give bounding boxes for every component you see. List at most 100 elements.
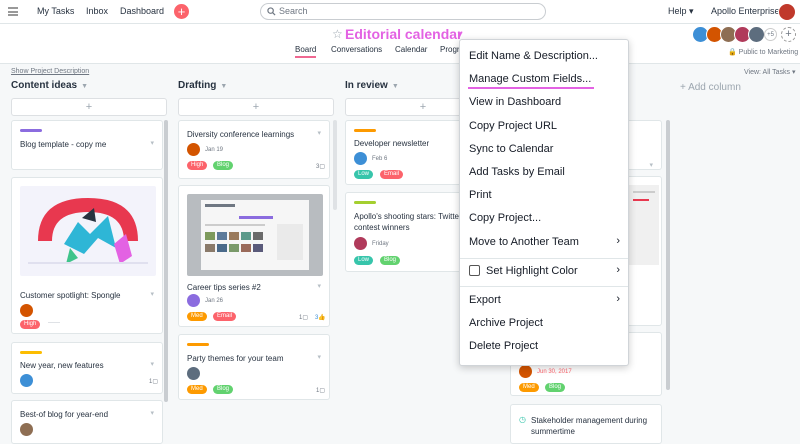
- hover-underline: [468, 87, 594, 89]
- due-date[interactable]: Jan 26: [205, 298, 223, 304]
- task-card[interactable]: Blog template - copy me ▾: [11, 120, 163, 170]
- user-avatar[interactable]: [778, 3, 796, 21]
- star-icon[interactable]: ☆: [332, 27, 343, 41]
- quick-add-button[interactable]: +: [174, 4, 189, 19]
- chevron-down-icon[interactable]: ▾: [150, 290, 154, 298]
- avatar[interactable]: [748, 26, 765, 43]
- type-tag[interactable]: Email: [380, 170, 404, 179]
- nav-my-tasks[interactable]: My Tasks: [37, 6, 74, 16]
- task-card[interactable]: Customer spotlight: Spongle ▾ High ——: [11, 177, 163, 334]
- task-card[interactable]: Diversity conference learnings ▾ Jan 19 …: [178, 120, 330, 179]
- task-card[interactable]: Party themes for your team ▾ Med Blog 1▢: [178, 334, 330, 400]
- assignee-avatar[interactable]: [20, 374, 33, 387]
- assignee-avatar[interactable]: [519, 365, 532, 378]
- menu-item-highlight-color[interactable]: Set Highlight Color: [486, 265, 578, 277]
- tab-board[interactable]: Board: [295, 45, 317, 58]
- comment-count[interactable]: 1▢: [149, 378, 158, 385]
- add-task-button[interactable]: +: [11, 98, 167, 116]
- type-tag[interactable]: Blog: [213, 385, 234, 394]
- task-title: Best-of blog for year-end: [20, 410, 109, 419]
- menu-item-view-dashboard[interactable]: View in Dashboard: [469, 96, 561, 108]
- hamburger-icon[interactable]: [8, 7, 18, 16]
- menu-item-edit-name[interactable]: Edit Name & Description...: [469, 50, 598, 62]
- project-title[interactable]: Editorial calendar: [345, 26, 462, 42]
- add-member-button[interactable]: +: [781, 27, 796, 42]
- task-card[interactable]: Best-of blog for year-end ▾: [11, 400, 163, 444]
- menu-item-sync-calendar[interactable]: Sync to Calendar: [469, 143, 553, 155]
- chevron-down-icon[interactable]: ▾: [317, 129, 321, 137]
- priority-tag[interactable]: Med: [187, 385, 207, 394]
- task-title: Blog template - copy me: [20, 140, 107, 149]
- due-date[interactable]: Jun 30, 2017: [537, 369, 572, 375]
- menu-item-move-team[interactable]: Move to Another Team: [469, 236, 579, 248]
- priority-tag[interactable]: Med: [519, 383, 539, 392]
- help-menu[interactable]: Help ▾: [668, 6, 694, 17]
- chevron-down-icon[interactable]: ▼: [392, 83, 399, 90]
- tab-progress[interactable]: Progr: [440, 45, 460, 54]
- tab-conversations[interactable]: Conversations: [331, 45, 382, 54]
- type-tag[interactable]: Blog: [380, 256, 401, 265]
- column-header[interactable]: Content ideas ▼: [11, 80, 167, 96]
- assignee-avatar[interactable]: [187, 143, 200, 156]
- menu-item-print[interactable]: Print: [469, 189, 492, 201]
- assignee-avatar[interactable]: [20, 423, 33, 436]
- chevron-down-icon[interactable]: ▾: [150, 360, 154, 368]
- chevron-down-icon[interactable]: ▼: [456, 30, 464, 39]
- menu-item-copy-project[interactable]: Copy Project...: [469, 212, 541, 224]
- menu-item-export[interactable]: Export: [469, 294, 501, 306]
- chevron-down-icon[interactable]: ▾: [150, 409, 154, 417]
- menu-item-delete[interactable]: Delete Project: [469, 340, 538, 352]
- task-card[interactable]: Career tips series #2 ▾ Jan 26 Med Email…: [178, 185, 330, 327]
- chevron-down-icon[interactable]: ▾: [317, 353, 321, 361]
- privacy-label[interactable]: 🔒 Public to Marketing: [728, 48, 798, 56]
- chevron-down-icon[interactable]: ▾: [150, 139, 154, 147]
- check-icon[interactable]: ◷: [519, 415, 526, 424]
- search-input[interactable]: Search: [260, 3, 546, 20]
- scrollbar[interactable]: [164, 120, 168, 402]
- org-switcher[interactable]: Apollo Enterprises: [711, 6, 784, 16]
- priority-tag[interactable]: Med: [187, 312, 207, 321]
- chevron-down-icon[interactable]: ▼: [220, 83, 227, 90]
- add-task-button[interactable]: +: [178, 98, 334, 116]
- tab-calendar[interactable]: Calendar: [395, 45, 427, 54]
- chevron-down-icon[interactable]: ▾: [317, 282, 321, 290]
- type-tag[interactable]: Blog: [545, 383, 566, 392]
- priority-tag[interactable]: High: [20, 320, 41, 329]
- priority-tag[interactable]: Low: [354, 256, 374, 265]
- card-cover-image: [187, 194, 323, 276]
- task-card[interactable]: ◷ Stakeholder management during summerti…: [510, 404, 662, 444]
- show-description-link[interactable]: Show Project Description: [11, 68, 89, 75]
- priority-tag[interactable]: Low: [354, 170, 374, 179]
- highlight-color-swatch[interactable]: [469, 265, 480, 276]
- view-filter[interactable]: View: All Tasks ▾: [744, 68, 796, 76]
- menu-item-add-by-email[interactable]: Add Tasks by Email: [469, 166, 565, 178]
- nav-dashboard[interactable]: Dashboard: [120, 6, 164, 16]
- assignee-avatar[interactable]: [187, 294, 200, 307]
- add-column-button[interactable]: + Add column: [680, 82, 741, 93]
- type-tag[interactable]: Blog: [213, 161, 234, 170]
- chevron-down-icon[interactable]: ▾: [649, 161, 653, 169]
- assignee-avatar[interactable]: [20, 304, 33, 317]
- more-members-badge[interactable]: +5: [764, 28, 777, 41]
- chevron-down-icon[interactable]: ▼: [81, 83, 88, 90]
- comment-count[interactable]: 3▢: [316, 163, 325, 170]
- comment-count[interactable]: 1▢: [316, 387, 325, 394]
- task-card[interactable]: New year, new features ▾ 1▢: [11, 342, 163, 394]
- assignee-avatar[interactable]: [187, 367, 200, 380]
- type-tag[interactable]: Email: [213, 312, 237, 321]
- menu-item-copy-url[interactable]: Copy Project URL: [469, 120, 557, 132]
- nav-inbox[interactable]: Inbox: [86, 6, 108, 16]
- assignee-avatar[interactable]: [354, 237, 367, 250]
- priority-tag[interactable]: High: [187, 161, 208, 170]
- scrollbar[interactable]: [333, 120, 337, 210]
- column-header[interactable]: Drafting ▼: [178, 80, 334, 96]
- assignee-avatar[interactable]: [354, 152, 367, 165]
- due-date[interactable]: Feb 6: [372, 156, 387, 162]
- like-count[interactable]: 3👍: [315, 314, 326, 321]
- menu-item-manage-custom-fields[interactable]: Manage Custom Fields...: [469, 73, 591, 85]
- due-date[interactable]: Friday: [372, 241, 389, 247]
- due-date[interactable]: Jan 19: [205, 147, 223, 153]
- scrollbar[interactable]: [666, 120, 670, 390]
- comment-count[interactable]: 1▢: [299, 314, 308, 321]
- menu-item-archive[interactable]: Archive Project: [469, 317, 543, 329]
